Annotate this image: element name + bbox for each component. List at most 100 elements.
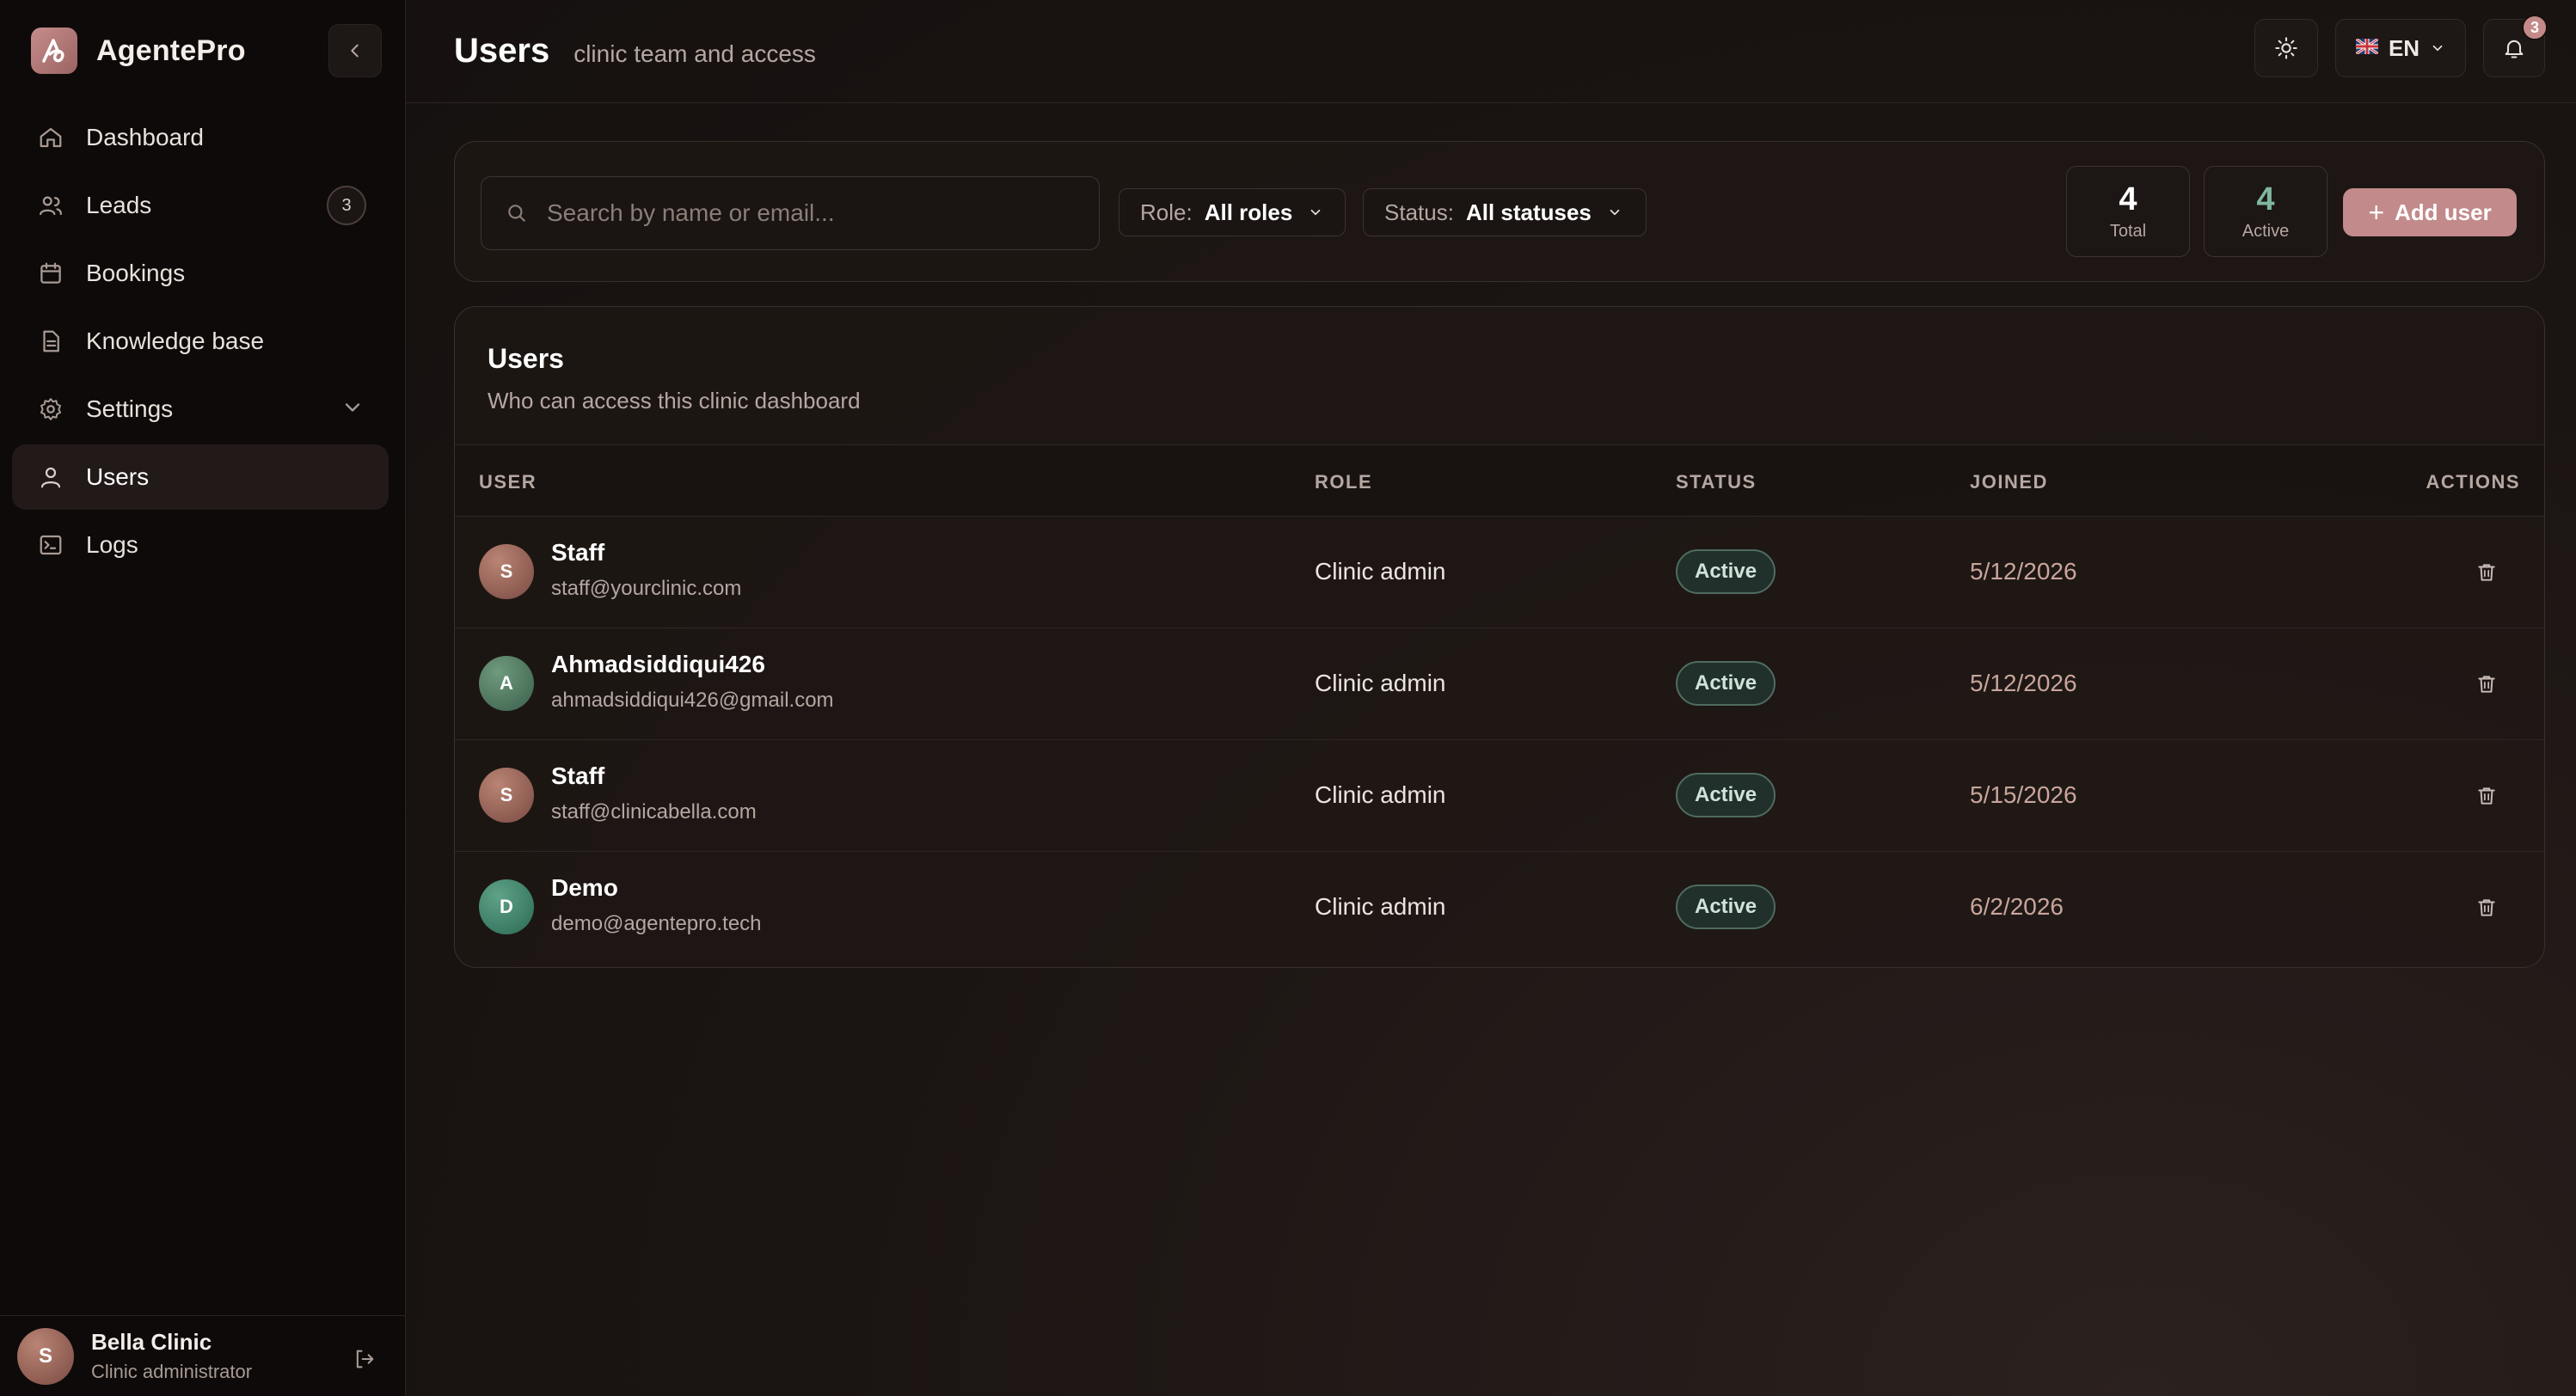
card-title: Users (488, 343, 564, 374)
role-filter-value: All roles (1204, 199, 1293, 225)
user-name: Demo (551, 874, 618, 901)
notifications-button[interactable]: 3 (2483, 15, 2548, 77)
avatar: A (479, 656, 534, 711)
sidebar-item-logs[interactable]: Logs (12, 512, 389, 578)
sidebar-item-settings[interactable]: Settings (12, 377, 389, 442)
joined-date: 5/12/2026 (1970, 558, 2077, 585)
current-user-card: S Bella Clinic Clinic administrator (0, 1315, 406, 1396)
theme-toggle-button[interactable] (2254, 19, 2318, 77)
column-header-role[interactable]: ROLE (1315, 471, 1372, 493)
status-badge: Active (1676, 885, 1776, 929)
language-label: EN (2388, 34, 2420, 61)
table-row[interactable]: S Staff staff@clinicabella.com Clinic ad… (455, 740, 2544, 852)
chevron-down-icon (2432, 45, 2443, 52)
column-header-user[interactable]: USER (479, 471, 537, 493)
avatar: S (479, 768, 534, 823)
total-users-stat: 4 Total (2066, 166, 2190, 257)
users-toolbar: Role: All roles Status: All statuses 4 T… (454, 141, 2545, 282)
collapse-sidebar-button[interactable] (328, 24, 382, 77)
search-input[interactable] (547, 199, 1063, 227)
user-name: Ahmadsiddiqui426 (551, 651, 765, 677)
logout-icon[interactable] (353, 1347, 377, 1375)
status-filter-label: Status: (1384, 199, 1454, 225)
language-selector[interactable]: EN (2335, 19, 2466, 77)
user-icon (36, 462, 65, 492)
avatar: S (479, 544, 534, 599)
joined-date: 5/15/2026 (1970, 781, 2077, 808)
sidebar-item-leads[interactable]: Leads 3 (12, 173, 389, 238)
stat-value: 4 (2256, 181, 2275, 217)
brand[interactable]: AgentePro (31, 28, 246, 74)
trash-icon[interactable] (2472, 558, 2501, 587)
current-user-role: Clinic administrator (91, 1361, 253, 1382)
status-filter-select[interactable]: Status: All statuses (1363, 188, 1647, 236)
current-user-name: Bella Clinic (91, 1329, 212, 1355)
app-root: AgentePro Dashboard Leads 3 Bookings Kno… (0, 0, 2576, 1396)
status-filter-value: All statuses (1465, 199, 1592, 225)
search-icon (508, 205, 525, 222)
user-name: Staff (551, 539, 605, 566)
user-email: staff@clinicabella.com (551, 800, 757, 824)
page-subtitle: clinic team and access (573, 40, 816, 67)
table-row[interactable]: D Demo demo@agentepro.tech Clinic admin … (455, 852, 2544, 964)
sidebar-item-label: Leads (86, 192, 152, 218)
add-user-label: Add user (2395, 199, 2492, 225)
user-email: staff@yourclinic.com (551, 577, 742, 600)
table-header: USER ROLE STATUS JOINED ACTIONS (455, 444, 2544, 517)
sidebar-item-users[interactable]: Users (12, 444, 389, 510)
joined-date: 5/12/2026 (1970, 670, 2077, 696)
flag-icon (2355, 37, 2379, 59)
sidebar: AgentePro Dashboard Leads 3 Bookings Kno… (0, 0, 406, 1396)
terminal-icon (36, 530, 65, 560)
sidebar-item-label: Bookings (86, 260, 186, 286)
stat-label: Total (2109, 222, 2147, 241)
sidebar-item-label: Logs (86, 531, 138, 558)
trash-icon[interactable] (2472, 670, 2501, 699)
table-row[interactable]: S Staff staff@yourclinic.com Clinic admi… (455, 517, 2544, 628)
chevron-down-icon (1610, 209, 1620, 216)
sidebar-item-knowledge-base[interactable]: Knowledge base (12, 309, 389, 374)
trash-icon[interactable] (2472, 893, 2501, 922)
trash-icon[interactable] (2472, 781, 2501, 811)
current-user-info: Bella Clinic Clinic administrator (91, 1329, 252, 1383)
user-role: Clinic admin (1315, 558, 1446, 585)
add-user-button[interactable]: + Add user (2343, 188, 2517, 236)
avatar[interactable]: S (17, 1327, 74, 1385)
main-content: Users clinic team and access EN 3 Search… (406, 0, 2576, 1396)
column-header-actions: ACTIONS (2426, 471, 2520, 493)
home-icon (36, 123, 65, 152)
card-subtitle: Who can access this clinic dashboard (488, 388, 861, 413)
calendar-icon (36, 259, 65, 288)
search-box[interactable] (481, 176, 1100, 250)
sidebar-item-label: Users (86, 463, 150, 490)
role-filter-select[interactable]: Role: All roles (1119, 188, 1346, 236)
sidebar-item-label: Settings (86, 395, 174, 422)
status-badge: Active (1676, 773, 1776, 817)
stat-value: 4 (2119, 181, 2137, 217)
status-badge: Active (1676, 549, 1776, 594)
user-email: ahmadsiddiqui426@gmail.com (551, 689, 834, 712)
chevron-down-icon[interactable] (340, 395, 365, 424)
sidebar-item-dashboard[interactable]: Dashboard (12, 105, 389, 170)
column-header-status[interactable]: STATUS (1676, 471, 1757, 493)
joined-date: 6/2/2026 (1970, 893, 2064, 920)
sidebar-item-bookings[interactable]: Bookings (12, 241, 389, 306)
table-row[interactable]: A Ahmadsiddiqui426 ahmadsiddiqui426@gmai… (455, 628, 2544, 740)
role-filter-label: Role: (1140, 199, 1193, 225)
bell-icon (2505, 40, 2524, 58)
column-header-joined[interactable]: JOINED (1970, 471, 2048, 493)
leads-count-badge: 3 (327, 186, 366, 225)
active-users-stat: 4 Active (2204, 166, 2328, 257)
page-title: Users (454, 32, 550, 70)
user-name: Staff (551, 762, 605, 789)
chevron-left-icon (351, 44, 359, 58)
chevron-down-icon (1310, 209, 1321, 216)
brand-logo-icon (31, 28, 77, 74)
sidebar-item-label: Knowledge base (86, 328, 265, 354)
sidebar-nav: Dashboard Leads 3 Bookings Knowledge bas… (12, 105, 389, 580)
avatar: D (479, 879, 534, 934)
plus-icon: + (2368, 196, 2384, 228)
status-badge: Active (1676, 661, 1776, 706)
users-icon (36, 191, 65, 220)
sun-icon (2275, 37, 2297, 59)
